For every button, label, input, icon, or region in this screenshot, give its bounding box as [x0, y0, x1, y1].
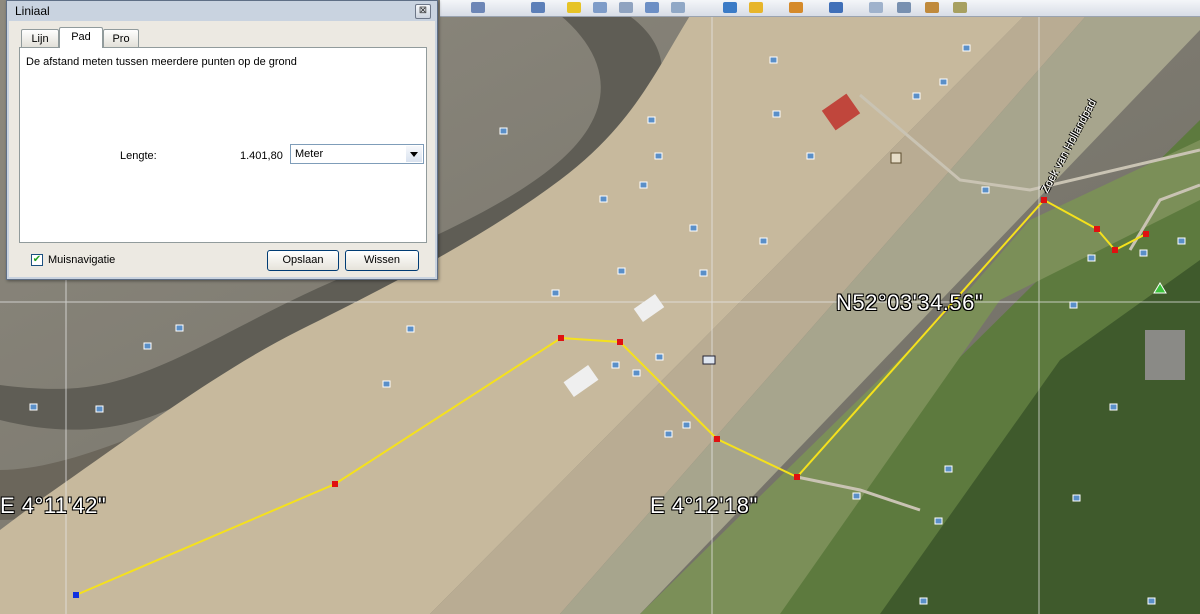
tab-pad[interactable]: Pad: [59, 27, 103, 48]
photo-icon: [806, 152, 815, 160]
search-icon[interactable]: [468, 0, 488, 15]
photo-icon: [1109, 403, 1118, 411]
photo-icon: [934, 517, 943, 525]
photo-icon: [919, 597, 928, 605]
unit-selected-value: Meter: [295, 148, 324, 160]
path-vertex[interactable]: [617, 339, 623, 345]
history-icon[interactable]: [720, 0, 740, 15]
ruler-icon[interactable]: [826, 0, 846, 15]
photo-icon: [682, 421, 691, 429]
print-icon[interactable]: [894, 0, 914, 15]
photo-icon: [962, 44, 971, 52]
photo-icon: [769, 56, 778, 64]
photo-icon: [175, 324, 184, 332]
tab-pro[interactable]: Pro: [103, 29, 139, 47]
main-toolbar: [440, 0, 1200, 17]
planets-icon[interactable]: [786, 0, 806, 15]
length-label: Lengte:: [120, 150, 157, 162]
photo-icon: [1087, 254, 1096, 262]
photo-icon: [912, 92, 921, 100]
photo-icon: [939, 78, 948, 86]
photo-icon: [759, 237, 768, 245]
photo-icon: [551, 289, 560, 297]
photo-icon: [647, 116, 656, 124]
length-value: 1.401,80: [240, 150, 283, 162]
photo-icon: [654, 152, 663, 160]
camera-marker-icon[interactable]: [702, 355, 716, 365]
photo-icon: [981, 186, 990, 194]
path-start-vertex[interactable]: [73, 592, 79, 598]
longitude-label-mid: E 4°12'18": [650, 493, 758, 518]
record-tour-icon[interactable]: [668, 0, 688, 15]
placemark-icon[interactable]: [564, 0, 584, 15]
photo-icon: [382, 380, 391, 388]
building: [1145, 330, 1185, 380]
photo-icon: [1069, 301, 1078, 309]
photo-icon: [499, 127, 508, 135]
clear-button[interactable]: Wissen: [345, 250, 419, 271]
photo-icon: [406, 325, 415, 333]
measure-description: De afstand meten tussen meerdere punten …: [26, 56, 297, 68]
chevron-down-icon[interactable]: [406, 146, 422, 162]
dialog-body: Lijn Pad Pro De afstand meten tussen mee…: [9, 21, 435, 277]
photo-icon: [1072, 494, 1081, 502]
unit-select[interactable]: Meter: [290, 144, 424, 164]
photo-icon: [944, 465, 953, 473]
ruler-dialog: Liniaal ⊠ Lijn Pad Pro De afstand meten …: [6, 0, 438, 280]
photo-icon: [655, 353, 664, 361]
photo-icon: [611, 361, 620, 369]
photo-icon: [29, 403, 38, 411]
path-vertex[interactable]: [1112, 247, 1118, 253]
overlay-icon[interactable]: [642, 0, 662, 15]
path-vertex[interactable]: [1041, 197, 1047, 203]
photo-icon: [639, 181, 648, 189]
photo-icon: [1139, 249, 1148, 257]
photo-icon: [689, 224, 698, 232]
mouse-navigation-label: Muisnavigatie: [48, 254, 116, 266]
photo-icon: [852, 492, 861, 500]
photo-icon: [664, 430, 673, 438]
photo-icon: [599, 195, 608, 203]
info-marker-icon[interactable]: [890, 152, 902, 164]
photo-icon: [772, 110, 781, 118]
kml-icon[interactable]: [950, 0, 970, 15]
photo-icon: [632, 369, 641, 377]
sun-icon[interactable]: [746, 0, 766, 15]
email-icon[interactable]: [866, 0, 886, 15]
tab-panel-pad: De afstand meten tussen meerdere punten …: [19, 47, 427, 243]
path-vertex[interactable]: [714, 436, 720, 442]
sidebar-icon[interactable]: [528, 0, 548, 15]
path-vertex[interactable]: [558, 335, 564, 341]
tab-lijn[interactable]: Lijn: [21, 29, 59, 47]
path-icon[interactable]: [616, 0, 636, 15]
photo-icon: [95, 405, 104, 413]
close-icon[interactable]: ⊠: [415, 4, 431, 19]
photo-icon: [143, 342, 152, 350]
photo-icon: [1147, 597, 1156, 605]
path-vertex[interactable]: [1143, 231, 1149, 237]
longitude-label-left: E 4°11'42": [0, 493, 107, 518]
maps-icon[interactable]: [922, 0, 942, 15]
mouse-navigation-checkbox[interactable]: ✔: [31, 254, 43, 266]
photo-icon: [617, 267, 626, 275]
latitude-label: N52°03'34.56": [836, 290, 984, 315]
path-vertex[interactable]: [794, 474, 800, 480]
path-vertex[interactable]: [1094, 226, 1100, 232]
polygon-icon[interactable]: [590, 0, 610, 15]
save-button[interactable]: Opslaan: [267, 250, 339, 271]
photo-icon: [699, 269, 708, 277]
path-vertex[interactable]: [332, 481, 338, 487]
dialog-title: Liniaal: [15, 4, 50, 18]
photo-icon: [1177, 237, 1186, 245]
